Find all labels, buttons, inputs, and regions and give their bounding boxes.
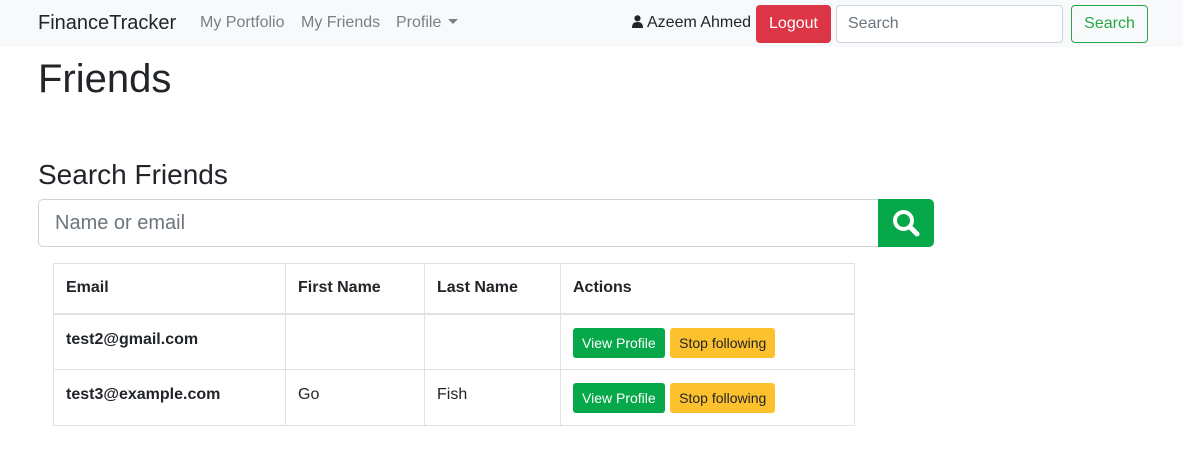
column-header-actions: Actions <box>560 263 855 315</box>
friend-search-input[interactable] <box>38 199 879 247</box>
chevron-down-icon <box>448 19 459 24</box>
friends-table: Email First Name Last Name Actions test2… <box>53 263 855 426</box>
nav-link-my-portfolio[interactable]: My Portfolio <box>200 14 284 32</box>
brand-link[interactable]: FinanceTracker <box>38 12 176 35</box>
stop-following-button[interactable]: Stop following <box>670 383 776 413</box>
logout-button[interactable]: Logout <box>756 5 831 43</box>
friend-search-button[interactable] <box>878 199 934 247</box>
friend-last-name: Fish <box>424 369 561 426</box>
friend-email: test2@gmail.com <box>53 313 286 370</box>
user-icon <box>632 15 643 28</box>
navbar-search-button[interactable]: Search <box>1071 5 1148 43</box>
table-row: test2@gmail.com View Profile Stop follow… <box>53 313 855 370</box>
table-row: test3@example.com Go Fish View Profile S… <box>53 369 855 426</box>
friend-actions: View Profile Stop following <box>560 313 855 370</box>
profile-dropdown-label: Profile <box>396 14 442 31</box>
column-header-first-name: First Name <box>285 263 425 315</box>
view-profile-button[interactable]: View Profile <box>573 327 665 358</box>
friend-last-name <box>424 313 561 370</box>
navbar: FinanceTracker My Portfolio My Friends P… <box>0 0 1183 47</box>
friend-first-name <box>285 313 425 370</box>
navbar-search-input[interactable] <box>836 5 1063 43</box>
search-friends-heading: Search Friends <box>38 159 228 190</box>
column-header-email: Email <box>53 263 286 315</box>
column-header-last-name: Last Name <box>424 263 561 315</box>
current-user: Azeem Ahmed <box>632 14 751 32</box>
nav-link-my-friends[interactable]: My Friends <box>301 14 380 32</box>
nav-dropdown-profile[interactable]: Profile <box>396 14 459 32</box>
friend-first-name: Go <box>285 369 425 426</box>
friend-email: test3@example.com <box>53 369 286 426</box>
stop-following-button[interactable]: Stop following <box>670 327 776 358</box>
view-profile-button[interactable]: View Profile <box>573 383 665 413</box>
page-title: Friends <box>38 57 172 101</box>
search-icon <box>893 210 920 237</box>
user-name: Azeem Ahmed <box>647 14 752 31</box>
table-header-row: Email First Name Last Name Actions <box>53 263 855 315</box>
friend-actions: View Profile Stop following <box>560 369 855 426</box>
